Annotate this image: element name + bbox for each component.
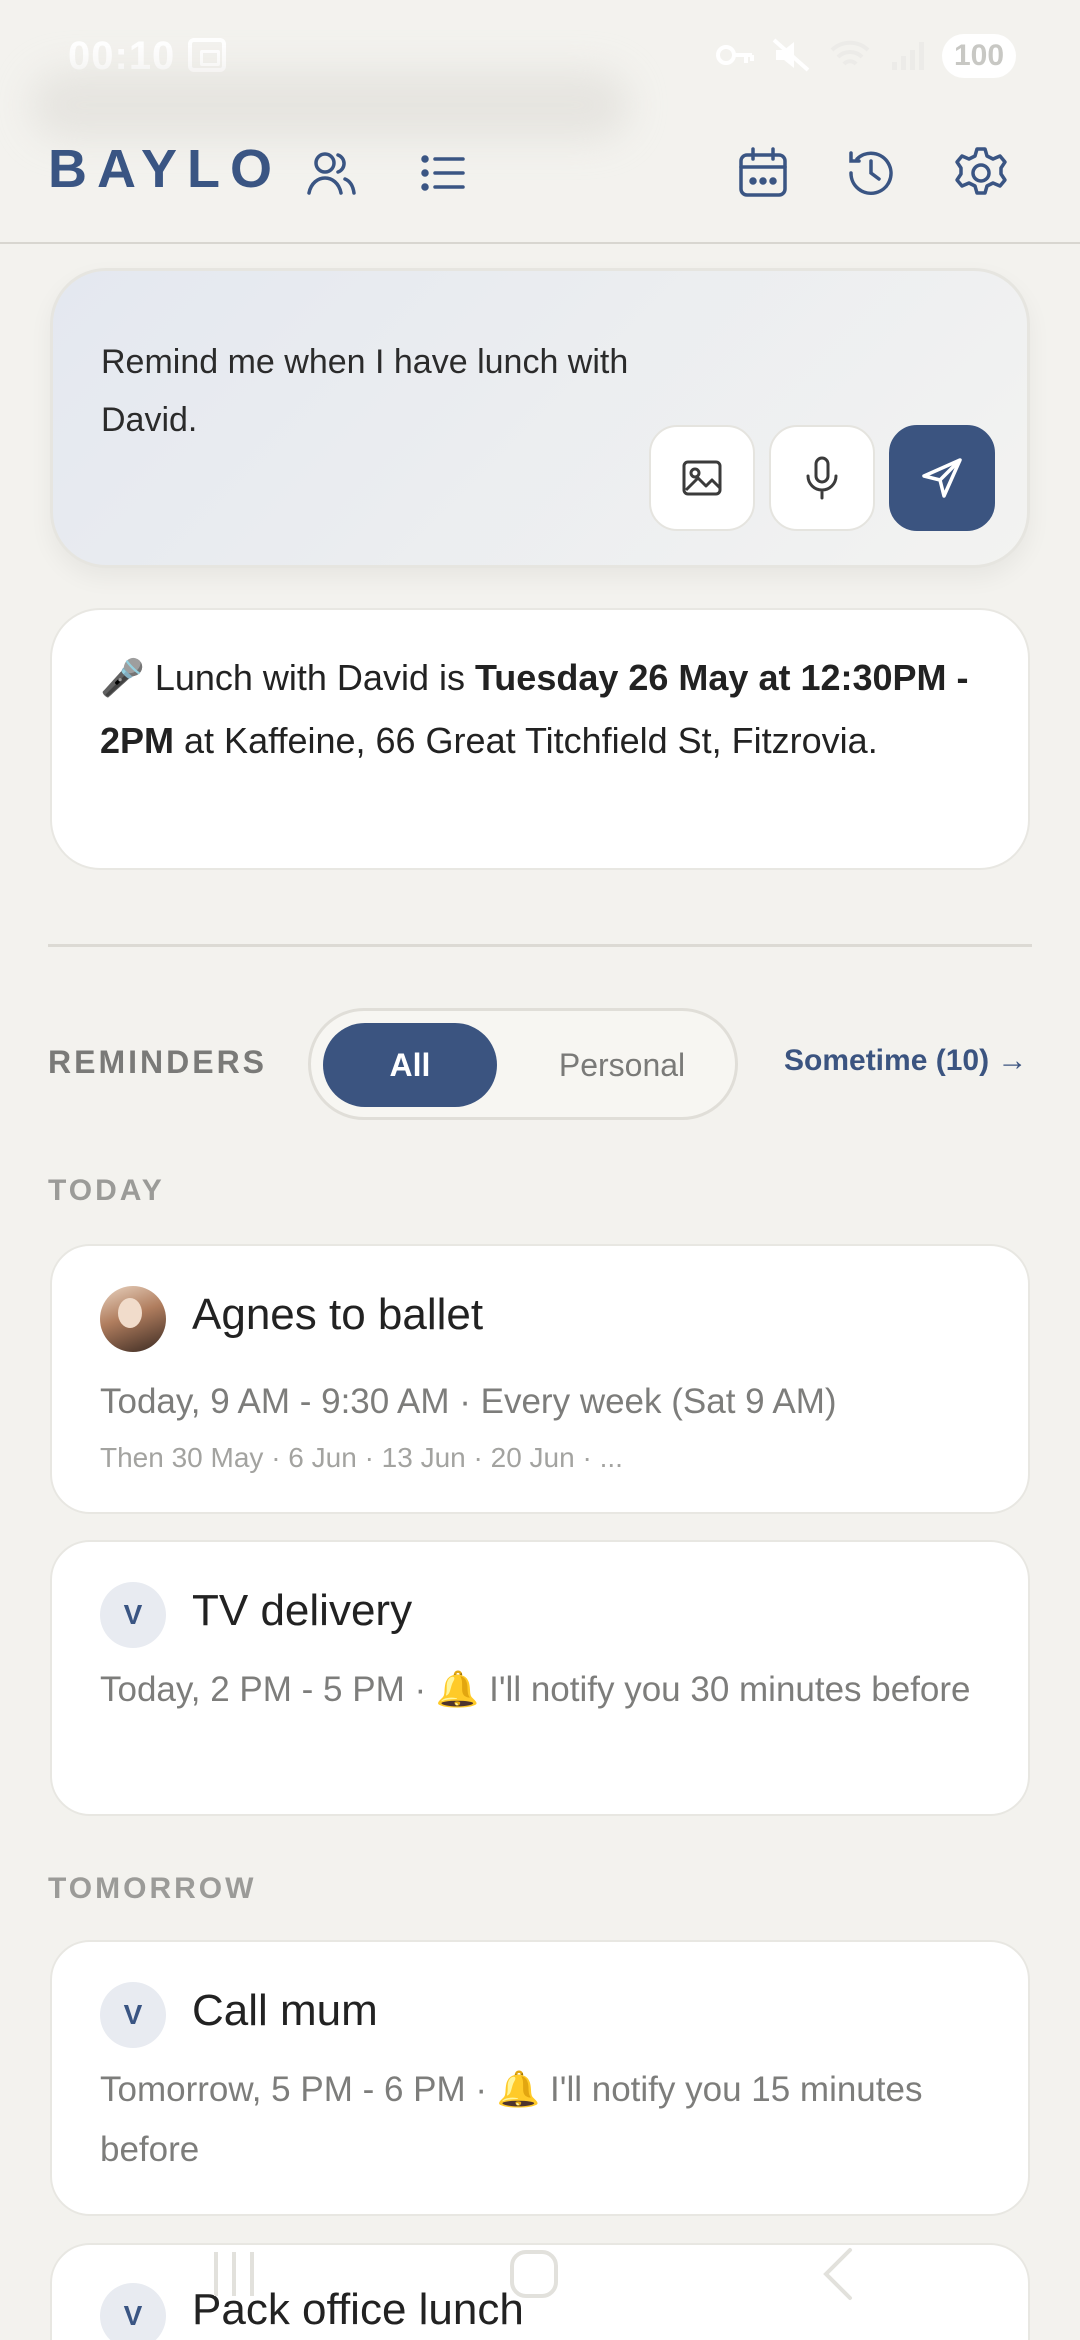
image-icon [682, 460, 722, 496]
reminders-label: REMINDERS [48, 1044, 268, 1080]
reminder-subtitle: Tomorrow, 5 PM - 6 PM · 🔔 I'll notify yo… [100, 2070, 923, 2169]
message-composer[interactable]: Remind me when I have lunch with David. [50, 268, 1030, 568]
mute-icon [772, 38, 810, 72]
wifi-icon [830, 40, 870, 66]
reminder-subtitle: Today, 9 AM - 9:30 AM · Every week (Sat … [100, 1382, 837, 1421]
key-icon [716, 45, 754, 65]
people-button[interactable] [296, 138, 366, 208]
system-navigation-bar [0, 2228, 1080, 2318]
answer-location: at Kaffeine, 66 Great Titchfield St, Fit… [174, 720, 878, 761]
reminder-title: Agnes to ballet [192, 1290, 484, 1339]
send-icon [922, 458, 962, 498]
filter-personal-button[interactable]: Personal [527, 1023, 717, 1107]
answer-prefix: 🎤 Lunch with David is [100, 657, 475, 698]
calendar-icon [739, 147, 787, 197]
avatar [100, 1286, 166, 1352]
reminder-recurrence: Then 30 May · 6 Jun · 13 Jun · 20 Jun · … [100, 1442, 623, 1473]
signal-icon [892, 42, 924, 70]
app-logo: BAYLO [48, 139, 283, 199]
reminder-card[interactable]: Agnes to ballet Today, 9 AM - 9:30 AM · … [50, 1244, 1030, 1514]
sometime-link[interactable]: Sometime (10) → [784, 1044, 1027, 1078]
attach-image-button[interactable] [649, 425, 755, 531]
people-icon [307, 152, 356, 195]
app-header: BAYLO [0, 120, 1080, 244]
avatar: V [100, 1982, 166, 2048]
history-button[interactable] [836, 138, 906, 208]
microphone-icon [806, 456, 838, 500]
send-button[interactable] [889, 425, 995, 531]
settings-button[interactable] [946, 138, 1016, 208]
history-icon [849, 151, 893, 195]
home-icon[interactable] [504, 2244, 564, 2304]
reminder-subtitle: Today, 2 PM - 5 PM · 🔔 I'll notify you 3… [100, 1670, 971, 1709]
divider [48, 944, 1032, 947]
reminder-title: TV delivery [192, 1586, 413, 1635]
recent-apps-icon[interactable] [204, 2244, 264, 2304]
calendar-button[interactable] [728, 138, 798, 208]
section-today: TODAY [48, 1174, 165, 1207]
list-button[interactable] [408, 138, 478, 208]
settings-icon [955, 147, 1007, 195]
reminder-filter-toggle: All Personal [308, 1008, 738, 1120]
voice-input-button[interactable] [769, 425, 875, 531]
filter-all-button[interactable]: All [323, 1023, 497, 1107]
assistant-answer-card: 🎤 Lunch with David is Tuesday 26 May at … [50, 608, 1030, 870]
list-icon [421, 155, 465, 191]
back-icon[interactable] [810, 2244, 870, 2304]
section-tomorrow: TOMORROW [48, 1872, 257, 1905]
reminder-card[interactable]: V TV delivery Today, 2 PM - 5 PM · 🔔 I'l… [50, 1540, 1030, 1816]
reminder-title: Call mum [192, 1986, 378, 2035]
screenshot-icon [188, 38, 226, 72]
battery-indicator: 100 [942, 34, 1016, 78]
avatar: V [100, 1582, 166, 1648]
composer-input[interactable]: Remind me when I have lunch with David. [101, 333, 641, 449]
reminder-card[interactable]: V Call mum Tomorrow, 5 PM - 6 PM · 🔔 I'l… [50, 1940, 1030, 2216]
